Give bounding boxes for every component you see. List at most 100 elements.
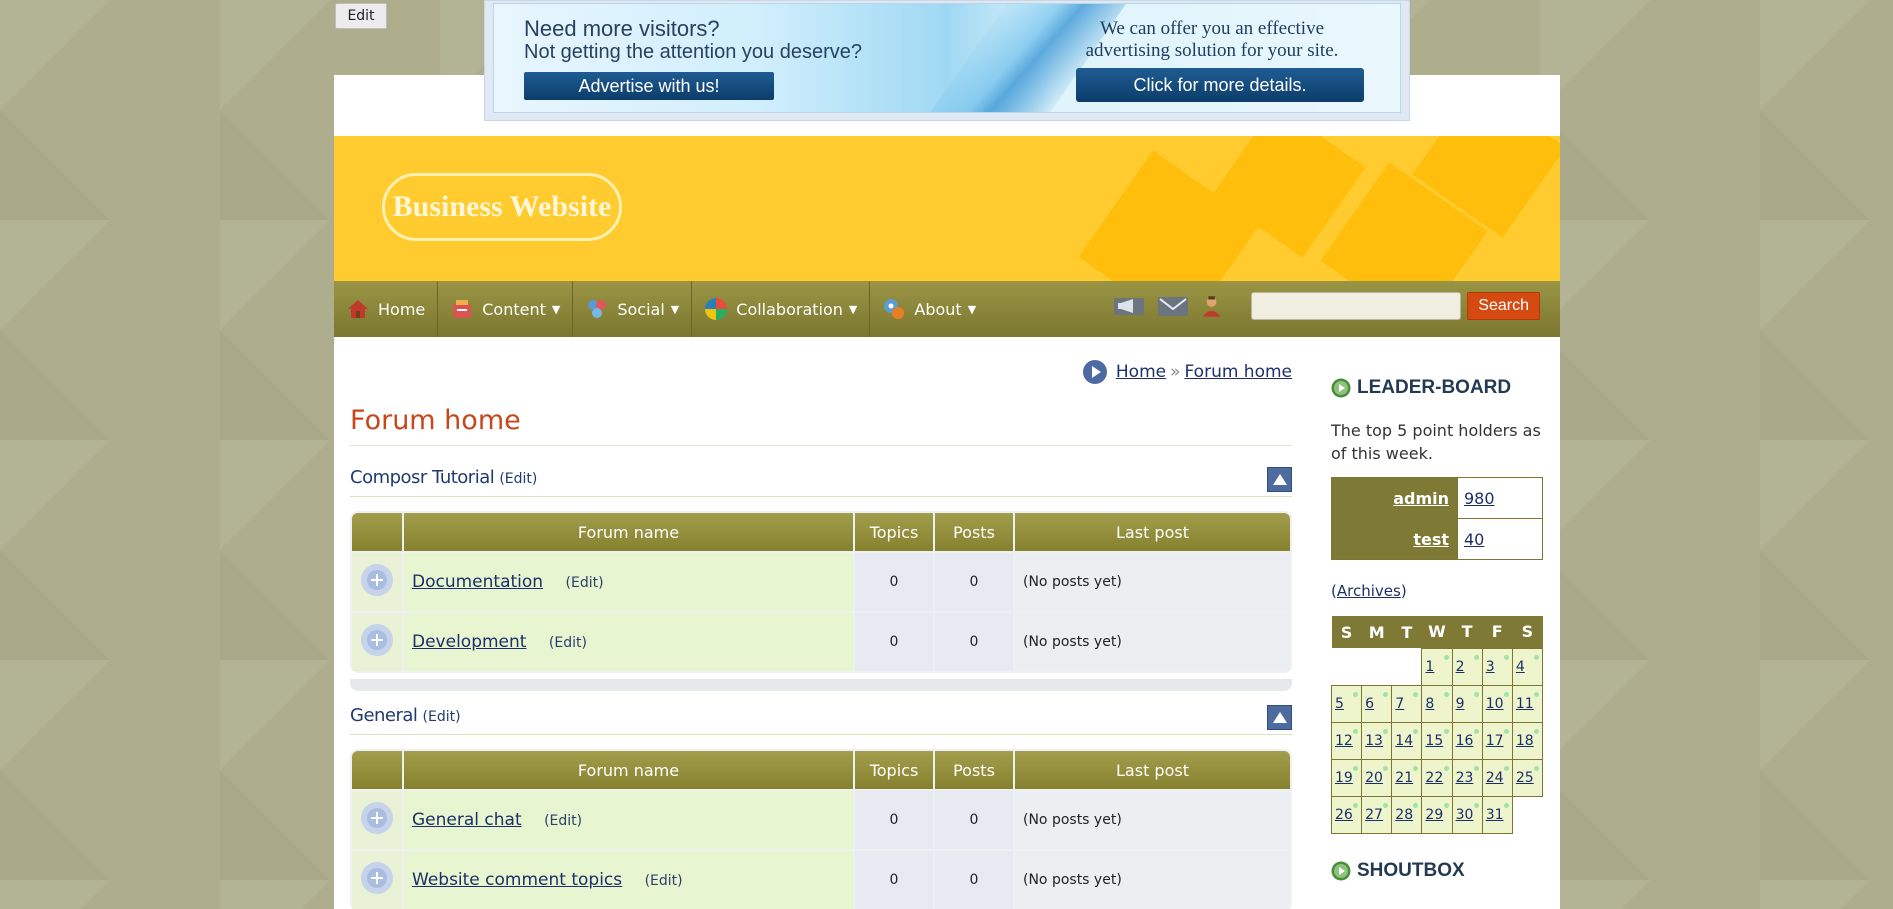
table-header-row: Forum name Topics Posts Last post — [352, 513, 1290, 551]
header-last-post: Last post — [1015, 513, 1290, 551]
day-header: T — [1452, 616, 1483, 648]
calendar-day: 8 — [1421, 684, 1453, 723]
calendar-day-link[interactable]: 15 — [1425, 733, 1443, 749]
nav-collaboration[interactable]: Collaboration ▼ — [692, 281, 871, 337]
calendar-day: 18 — [1511, 721, 1544, 760]
calendar-day: 11 — [1511, 684, 1544, 723]
more-details-button[interactable]: Click for more details. — [1076, 68, 1364, 102]
nav-about-label: About — [914, 299, 962, 319]
mail-icon[interactable] — [1157, 293, 1189, 319]
calendar-week: 19 20 21 22 23 24 25 — [1330, 758, 1544, 797]
last-post: (No posts yet) — [1015, 613, 1290, 671]
leader-user-cell: admin — [1331, 477, 1458, 519]
forum-status-cell — [352, 791, 402, 849]
calendar-dot-icon — [1503, 691, 1509, 697]
calendar-day-link[interactable]: 11 — [1516, 696, 1534, 712]
nav-social[interactable]: Social ▼ — [573, 281, 693, 337]
leader-user-link[interactable]: test — [1413, 530, 1449, 549]
calendar-day-link[interactable]: 26 — [1335, 807, 1353, 823]
calendar-dot-icon — [1443, 691, 1449, 697]
content-icon — [453, 300, 472, 318]
search-input[interactable] — [1251, 292, 1462, 320]
nav-about[interactable]: About ▼ — [870, 281, 988, 337]
forum-name-cell: Documentation (Edit) — [404, 553, 853, 611]
calendar-day-link[interactable]: 4 — [1516, 659, 1525, 675]
calendar-day-link[interactable]: 12 — [1335, 733, 1353, 749]
calendar-day-link[interactable]: 23 — [1456, 770, 1474, 786]
forum-status-cell — [352, 613, 402, 671]
calendar-day-link[interactable]: 21 — [1395, 770, 1413, 786]
calendar-day-link[interactable]: 1 — [1425, 659, 1434, 675]
calendar-day-link[interactable]: 9 — [1456, 696, 1465, 712]
user-icon[interactable] — [1201, 293, 1227, 319]
chevron-down-icon: ▼ — [670, 302, 680, 316]
forum-edit-link[interactable]: (Edit) — [549, 635, 587, 651]
forum-link[interactable]: Website comment topics — [412, 870, 622, 890]
calendar-day-link[interactable]: 20 — [1365, 770, 1383, 786]
calendar-day-link[interactable]: 2 — [1456, 659, 1465, 675]
calendar-day-link[interactable]: 25 — [1516, 770, 1534, 786]
calendar-day-link[interactable]: 14 — [1395, 733, 1413, 749]
advertise-button[interactable]: Advertise with us! — [524, 72, 774, 100]
forum-edit-link[interactable]: (Edit) — [544, 813, 582, 829]
calendar-dot-icon — [1383, 691, 1389, 697]
forum-edit-link[interactable]: (Edit) — [645, 873, 683, 889]
forum-category-header: General (Edit) — [350, 705, 1292, 735]
search-button[interactable]: Search — [1467, 292, 1540, 320]
calendar-day-link[interactable]: 17 — [1486, 733, 1504, 749]
calendar-day: 4 — [1511, 647, 1544, 686]
calendar-day-link[interactable]: 10 — [1486, 696, 1504, 712]
breadcrumb-current-link[interactable]: Forum home — [1185, 362, 1293, 382]
forum-status-cell — [352, 851, 402, 909]
calendar-day-link[interactable]: 27 — [1365, 807, 1383, 823]
calendar-day-link[interactable]: 6 — [1365, 696, 1374, 712]
calendar-day-link[interactable]: 31 — [1486, 807, 1504, 823]
calendar-day-link[interactable]: 3 — [1486, 659, 1495, 675]
forum-edit-link[interactable]: (Edit) — [566, 575, 604, 591]
calendar-day-link[interactable]: 16 — [1456, 733, 1474, 749]
forum-link[interactable]: General chat — [412, 810, 522, 830]
megaphone-icon[interactable] — [1113, 293, 1145, 319]
category-title[interactable]: Composr Tutorial — [350, 467, 495, 488]
calendar-day-link[interactable]: 18 — [1516, 733, 1534, 749]
leader-points-link[interactable]: 40 — [1464, 530, 1484, 549]
category-title[interactable]: General — [350, 705, 418, 726]
calendar-day: 12 — [1330, 721, 1363, 760]
leader-points-link[interactable]: 980 — [1464, 489, 1495, 508]
last-post: (No posts yet) — [1015, 553, 1290, 611]
home-icon — [348, 300, 368, 318]
forum-link[interactable]: Documentation — [412, 572, 543, 592]
archives-close-paren: ) — [1400, 582, 1407, 600]
ad-banner[interactable]: Need more visitors? Not getting the atte… — [484, 0, 1410, 121]
breadcrumb-home-link[interactable]: Home — [1116, 362, 1166, 382]
play-icon — [1331, 861, 1351, 880]
ad-banner-image[interactable]: Need more visitors? Not getting the atte… — [493, 3, 1401, 113]
site-logo[interactable]: Business Website — [382, 173, 622, 241]
calendar-body: 1 2 3 4 5 6 7 8 9 10 11 12 13 14 15 16 17 18 19 20 21 22 23 24 2… — [1330, 647, 1544, 834]
calendar-day-link[interactable]: 8 — [1425, 696, 1434, 712]
category-edit-link[interactable]: (Edit) — [499, 471, 537, 487]
forum-link[interactable]: Development — [412, 632, 526, 652]
calendar-day-link[interactable]: 5 — [1335, 696, 1344, 712]
collapse-toggle-icon[interactable] — [1267, 467, 1292, 492]
calendar-empty-cell — [1512, 796, 1542, 833]
nav-home[interactable]: Home — [334, 281, 439, 337]
category-edit-link[interactable]: (Edit) — [423, 709, 461, 725]
archives-link[interactable]: Archives — [1337, 582, 1401, 600]
calendar-day-link[interactable]: 28 — [1395, 807, 1413, 823]
calendar-dot-icon — [1473, 728, 1479, 734]
calendar-day-link[interactable]: 22 — [1425, 770, 1443, 786]
collapse-toggle-icon[interactable] — [1267, 705, 1292, 730]
calendar-day-link[interactable]: 13 — [1365, 733, 1383, 749]
edit-button[interactable]: Edit — [335, 3, 387, 29]
nav-content[interactable]: Content ▼ — [438, 281, 574, 337]
main-nav: Home Content ▼ Social ▼ Collaboration ▼ … — [334, 281, 1560, 337]
calendar-day-link[interactable]: 7 — [1395, 696, 1404, 712]
calendar-day-link[interactable]: 30 — [1456, 807, 1474, 823]
leader-user-link[interactable]: admin — [1393, 489, 1449, 508]
calendar-day-link[interactable]: 29 — [1425, 807, 1443, 823]
calendar-day: 1 — [1421, 647, 1453, 686]
calendar-day-link[interactable]: 19 — [1335, 770, 1353, 786]
calendar-day-link[interactable]: 24 — [1486, 770, 1504, 786]
calendar-day: 30 — [1451, 795, 1483, 834]
